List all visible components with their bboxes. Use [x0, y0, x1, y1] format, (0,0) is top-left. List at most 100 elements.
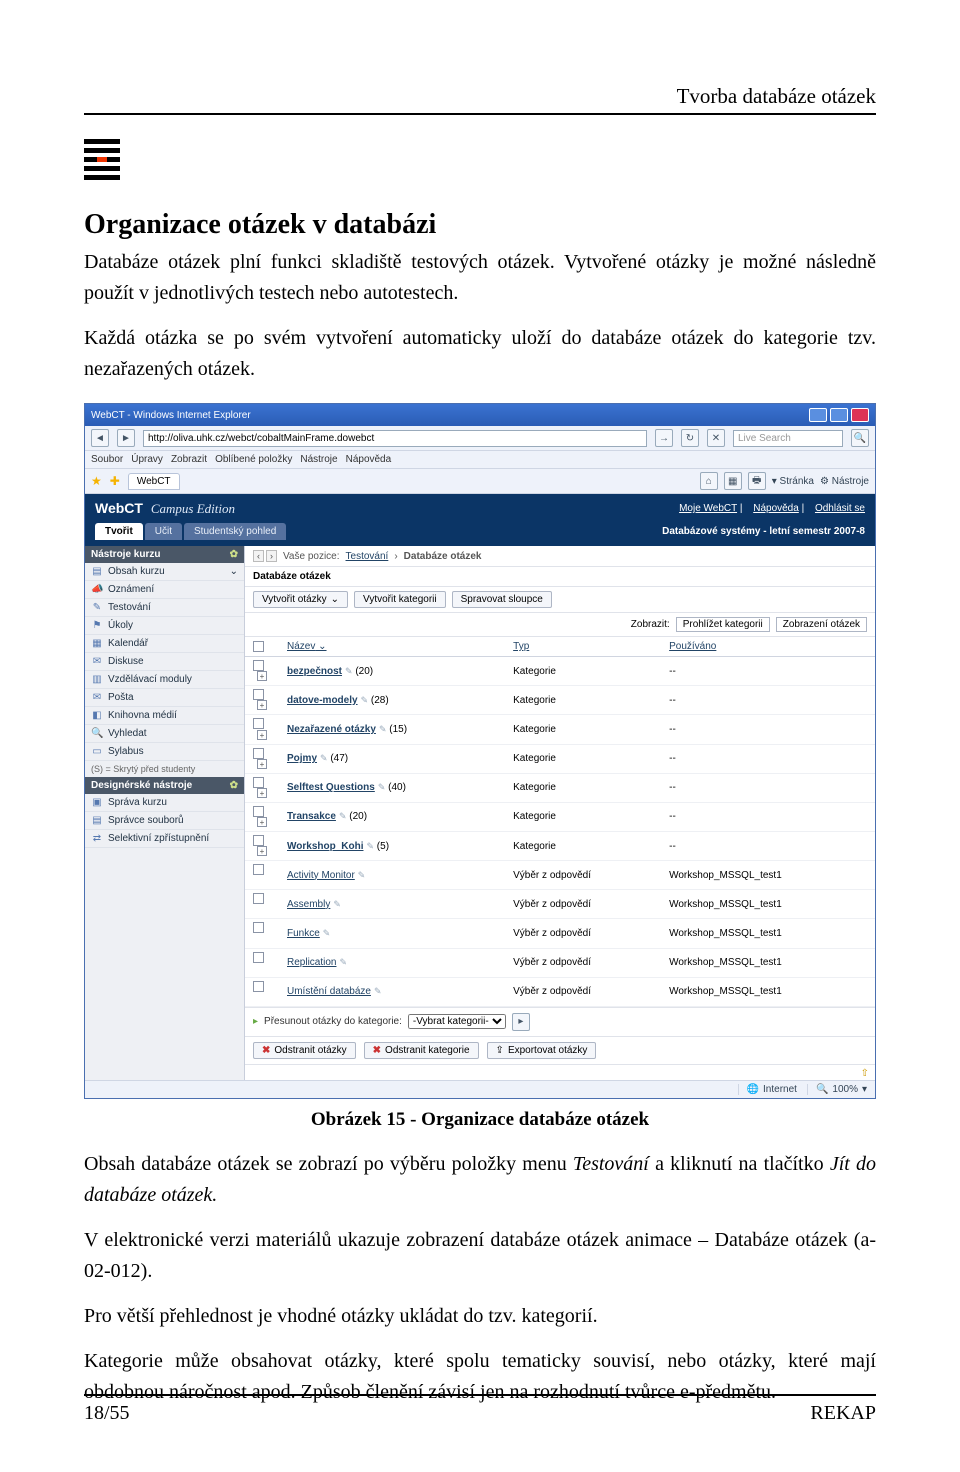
- row-checkbox[interactable]: [253, 835, 264, 846]
- th-used[interactable]: Používáno: [661, 637, 875, 657]
- nav-syllabus[interactable]: ▭Sylabus: [85, 743, 244, 761]
- nav-selective[interactable]: ⇄Selektivní zpřístupnění: [85, 830, 244, 848]
- delete-categories-button[interactable]: ✖Odstranit kategorie: [364, 1042, 479, 1059]
- zoom-icon[interactable]: 🔍: [816, 1084, 828, 1095]
- row-checkbox[interactable]: [253, 952, 264, 963]
- export-questions-button[interactable]: ⇪Exportovat otázky: [487, 1042, 597, 1059]
- delete-questions-button[interactable]: ✖Odstranit otázky: [253, 1042, 356, 1059]
- row-name-link[interactable]: Assembly: [287, 899, 330, 910]
- window-buttons[interactable]: [809, 408, 869, 422]
- nav-file-manager[interactable]: ▤Správce souborů: [85, 812, 244, 830]
- address-bar[interactable]: [143, 430, 647, 447]
- menu-view[interactable]: Zobrazit: [171, 454, 207, 465]
- edit-icon[interactable]: ✎: [339, 957, 347, 967]
- mode-tab-student[interactable]: Studentský pohled: [184, 523, 286, 540]
- row-name-link[interactable]: Transakce: [287, 811, 336, 822]
- create-questions-button[interactable]: Vytvořit otázky ⌄: [253, 591, 348, 608]
- row-name-link[interactable]: Umístění databáze: [287, 986, 371, 997]
- expand-icon[interactable]: +: [257, 671, 267, 681]
- display-option-2[interactable]: Zobrazení otázek: [776, 617, 867, 632]
- row-name-link[interactable]: datove-modely: [287, 695, 358, 706]
- edit-icon[interactable]: ✎: [323, 928, 331, 938]
- row-checkbox[interactable]: [253, 864, 264, 875]
- browser-tab[interactable]: WebCT: [128, 473, 180, 490]
- edit-icon[interactable]: ✎: [333, 899, 341, 909]
- row-name-link[interactable]: bezpečnost: [287, 666, 342, 677]
- row-name-link[interactable]: Nezařazené otázky: [287, 724, 376, 735]
- mode-tab-teach[interactable]: Učit: [145, 523, 182, 540]
- page-menu[interactable]: ▾ Stránka: [772, 476, 814, 487]
- menu-edit[interactable]: Úpravy: [131, 454, 163, 465]
- expand-icon[interactable]: +: [257, 817, 267, 827]
- forward-button[interactable]: ►: [117, 429, 135, 447]
- edit-icon[interactable]: ✎: [374, 986, 382, 996]
- edit-icon[interactable]: ✎: [366, 841, 374, 851]
- link-my-webct[interactable]: Moje WebCT: [679, 503, 737, 514]
- mode-tab-create[interactable]: Tvořit: [95, 523, 143, 540]
- edit-icon[interactable]: ✎: [361, 695, 369, 705]
- nav-media[interactable]: ◧Knihovna médií: [85, 707, 244, 725]
- row-checkbox[interactable]: [253, 981, 264, 992]
- home-icon[interactable]: ⌂: [700, 472, 718, 490]
- nav-course-content[interactable]: ▤Obsah kurzu⌄: [85, 563, 244, 581]
- menu-help[interactable]: Nápověda: [346, 454, 392, 465]
- row-name-link[interactable]: Replication: [287, 957, 336, 968]
- nav-testing[interactable]: ✎Testování: [85, 599, 244, 617]
- menu-tools[interactable]: Nástroje: [300, 454, 337, 465]
- expand-icon[interactable]: +: [257, 700, 267, 710]
- th-type[interactable]: Typ: [505, 637, 661, 657]
- move-category-select[interactable]: -Vybrat kategorii-: [408, 1014, 506, 1029]
- nav-mail[interactable]: ✉Pošta: [85, 689, 244, 707]
- back-button[interactable]: ◄: [91, 429, 109, 447]
- menu-favorites[interactable]: Oblíbené položky: [215, 454, 292, 465]
- nav-modules[interactable]: ▥Vzdělávací moduly: [85, 671, 244, 689]
- stop-button[interactable]: ✕: [707, 429, 725, 447]
- row-checkbox[interactable]: [253, 748, 264, 759]
- expand-icon[interactable]: +: [257, 759, 267, 769]
- favorites-star-icon[interactable]: ★: [91, 474, 102, 488]
- nav-search[interactable]: 🔍Vyhledat: [85, 725, 244, 743]
- feeds-icon[interactable]: ▦: [724, 472, 742, 490]
- top-icon[interactable]: ⇧: [861, 1068, 869, 1077]
- row-name-link[interactable]: Workshop_Kohi: [287, 841, 363, 852]
- nav-tasks[interactable]: ⚑Úkoly: [85, 617, 244, 635]
- row-checkbox[interactable]: [253, 718, 264, 729]
- bc-fwd[interactable]: ›: [266, 550, 277, 562]
- row-name-link[interactable]: Pojmy: [287, 753, 317, 764]
- create-category-button[interactable]: Vytvořit kategorii: [354, 591, 446, 608]
- row-checkbox[interactable]: [253, 660, 264, 671]
- expand-icon[interactable]: +: [257, 846, 267, 856]
- move-go-button[interactable]: ▸: [512, 1013, 530, 1031]
- row-name-link[interactable]: Selftest Questions: [287, 782, 375, 793]
- row-checkbox[interactable]: [253, 777, 264, 788]
- add-favorites-icon[interactable]: ✚: [110, 474, 120, 488]
- row-checkbox[interactable]: [253, 689, 264, 700]
- gear-icon[interactable]: ✿: [230, 549, 238, 560]
- row-checkbox[interactable]: [253, 893, 264, 904]
- nav-discussion[interactable]: ✉Diskuse: [85, 653, 244, 671]
- edit-icon[interactable]: ✎: [358, 870, 366, 880]
- manage-columns-button[interactable]: Spravovat sloupce: [452, 591, 552, 608]
- nav-course-admin[interactable]: ▣Správa kurzu: [85, 794, 244, 812]
- go-button[interactable]: →: [655, 429, 673, 447]
- edit-icon[interactable]: ✎: [345, 666, 353, 676]
- menu-file[interactable]: Soubor: [91, 454, 123, 465]
- select-all-checkbox[interactable]: [253, 641, 264, 652]
- expand-icon[interactable]: +: [257, 788, 267, 798]
- row-checkbox[interactable]: [253, 806, 264, 817]
- nav-announcements[interactable]: 📣Oznámení: [85, 581, 244, 599]
- th-name[interactable]: Název ⌄: [279, 637, 505, 657]
- tools-menu[interactable]: ⚙ Nástroje: [820, 476, 869, 487]
- refresh-button[interactable]: ↻: [681, 429, 699, 447]
- link-logout[interactable]: Odhlásit se: [815, 503, 865, 514]
- close-button[interactable]: [851, 408, 869, 422]
- ie-menu-bar[interactable]: Soubor Úpravy Zobrazit Oblíbené položky …: [85, 451, 875, 469]
- row-checkbox[interactable]: [253, 922, 264, 933]
- bc-link-testing[interactable]: Testování: [346, 551, 389, 562]
- search-input[interactable]: [733, 430, 843, 447]
- print-icon[interactable]: 🖶: [748, 472, 766, 490]
- search-button[interactable]: 🔍: [851, 429, 869, 447]
- gear-icon[interactable]: ✿: [230, 780, 238, 791]
- row-name-link[interactable]: Funkce: [287, 928, 320, 939]
- display-select[interactable]: Prohlížet kategorii: [676, 617, 770, 632]
